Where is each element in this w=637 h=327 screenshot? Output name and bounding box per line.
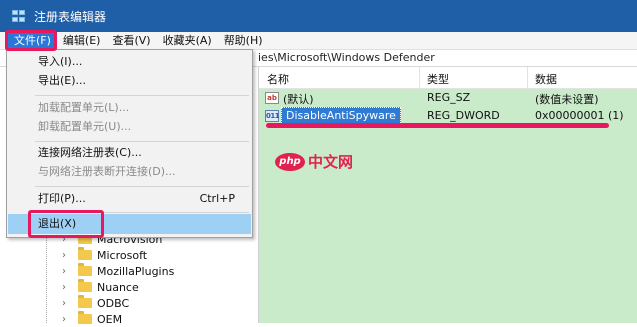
menu-item-label: 连接网络注册表(C)... — [38, 146, 142, 159]
value-type: REG_DWORD — [427, 109, 500, 122]
menu-bar: 文件(F) 编辑(E) 查看(V) 收藏夹(A) 帮助(H) — [0, 32, 637, 50]
annotation-underline — [266, 123, 609, 128]
menu-view[interactable]: 查看(V) — [106, 32, 156, 49]
menu-separator — [35, 141, 249, 142]
registry-editor-icon — [12, 10, 26, 22]
column-name-header[interactable]: 名称 — [267, 71, 289, 87]
tree-item-label: Microsoft — [97, 248, 148, 262]
folder-icon — [78, 295, 92, 308]
menu-item-import[interactable]: 导入(I)... — [8, 52, 251, 72]
tree-item-microsoft[interactable]: › Microsoft — [62, 247, 147, 263]
column-divider[interactable] — [527, 67, 528, 88]
folder-icon — [78, 263, 92, 276]
value-data: 0x00000001 (1) — [535, 109, 624, 122]
menu-item-label: 导出(E)... — [38, 74, 87, 87]
menu-item-unload-hive[interactable]: 卸载配置单元(U)... — [8, 117, 251, 137]
string-value-icon: ab — [265, 92, 279, 104]
menu-favorites[interactable]: 收藏夹(A) — [157, 32, 218, 49]
chevron-right-icon[interactable]: › — [62, 298, 74, 309]
watermark: php 中文网 — [275, 151, 353, 172]
tree-item-mozillaplugins[interactable]: › MozillaPlugins — [62, 263, 174, 279]
menu-item-export[interactable]: 导出(E)... — [8, 71, 251, 91]
tree-item-label: Nuance — [97, 280, 139, 294]
menu-edit[interactable]: 编辑(E) — [57, 32, 107, 49]
menu-item-label: 导入(I)... — [38, 55, 83, 68]
chevron-right-icon[interactable]: › — [62, 266, 74, 277]
values-list-pane[interactable]: 名称 类型 数据 ab (默认) REG_SZ (数值未设置) 011 Disa… — [259, 67, 637, 323]
watermark-text: 中文网 — [308, 153, 354, 171]
dword-value-icon: 011 — [265, 110, 280, 122]
menu-help[interactable]: 帮助(H) — [218, 32, 269, 49]
chevron-right-icon[interactable]: › — [62, 250, 74, 261]
tree-item-odbc[interactable]: › ODBC — [62, 295, 129, 311]
menu-item-label: 打印(P)... — [38, 192, 86, 205]
menu-item-load-hive[interactable]: 加载配置单元(L)... — [8, 98, 251, 118]
menu-item-disconnect-network-registry[interactable]: 与网络注册表断开连接(D)... — [8, 162, 251, 182]
value-name: (默认) — [283, 93, 314, 106]
annotation-frame-file-menu — [5, 30, 57, 51]
window-title: 注册表编辑器 — [34, 9, 107, 24]
folder-icon — [78, 247, 92, 260]
column-data-header[interactable]: 数据 — [535, 71, 557, 87]
tree-item-oem[interactable]: › OEM — [62, 311, 122, 327]
menu-item-connect-network-registry[interactable]: 连接网络注册表(C)... — [8, 143, 251, 163]
menu-item-label: 卸载配置单元(U)... — [38, 120, 132, 133]
annotation-frame-exit — [28, 210, 104, 238]
tree-item-label: OEM — [97, 312, 123, 326]
list-header: 名称 类型 数据 — [259, 67, 637, 89]
menu-item-label: 与网络注册表断开连接(D)... — [38, 165, 176, 178]
menu-item-label: 加载配置单元(L)... — [38, 101, 130, 114]
menu-separator — [35, 186, 249, 187]
menu-item-shortcut: Ctrl+P — [199, 192, 235, 205]
value-type: REG_SZ — [427, 91, 471, 104]
php-logo-icon: php — [275, 152, 305, 171]
column-type-header[interactable]: 类型 — [427, 71, 449, 87]
column-divider[interactable] — [419, 67, 420, 88]
folder-icon — [78, 279, 92, 292]
menu-separator — [35, 95, 249, 96]
title-bar: 注册表编辑器 — [0, 0, 637, 32]
tree-item-label: MozillaPlugins — [97, 264, 175, 278]
menu-item-print[interactable]: 打印(P)... Ctrl+P — [8, 189, 251, 209]
chevron-right-icon[interactable]: › — [62, 282, 74, 293]
tree-item-nuance[interactable]: › Nuance — [62, 279, 139, 295]
value-row-default[interactable]: ab (默认) REG_SZ (数值未设置) — [259, 89, 637, 107]
value-data: (数值未设置) — [535, 93, 599, 106]
address-path: ies\Microsoft\Windows Defender — [258, 51, 435, 64]
tree-item-label: ODBC — [97, 296, 130, 310]
